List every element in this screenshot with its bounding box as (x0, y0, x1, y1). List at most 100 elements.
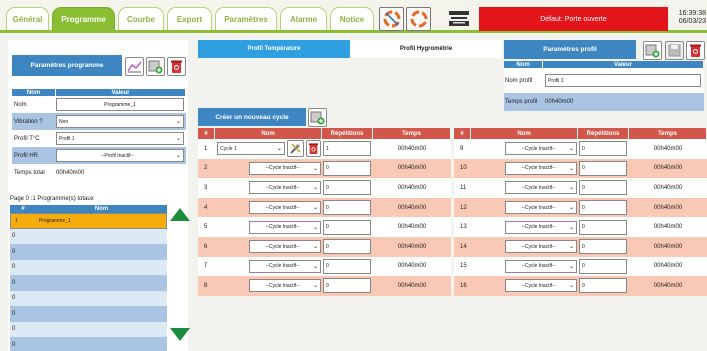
cycle-select[interactable]: --Cycle Inactif-- ⌄ (249, 279, 321, 293)
tab-programme[interactable]: Programme (52, 7, 115, 31)
repetitions-input[interactable]: 0 (579, 258, 627, 274)
cycle-select[interactable]: --Cycle Inactif-- ⌄ (505, 181, 577, 195)
select-value: Cycle 1 (220, 145, 237, 152)
chart-button[interactable] (125, 57, 144, 76)
col-time: Temps (373, 128, 451, 139)
cycle-select[interactable]: --Cycle Inactif-- ⌄ (249, 259, 321, 273)
program-num: 0 (12, 326, 16, 333)
param-label: Nom (14, 101, 27, 108)
chart-icon (127, 61, 142, 73)
cycle-cell: --Cycle Inactif-- ⌄ (471, 279, 578, 293)
add-program-button[interactable] (146, 57, 165, 76)
cycle-select[interactable]: --Cycle Inactif-- ⌄ (249, 220, 321, 234)
cycle-num: 7 (204, 263, 208, 270)
cycle-select[interactable]: --Cycle Inactif-- ⌄ (505, 220, 577, 234)
alarm-banner[interactable]: Défaut: Porte ouverte (479, 7, 668, 31)
save-profile-button[interactable] (665, 41, 684, 60)
repetitions-input[interactable]: 0 (323, 160, 371, 176)
profile-t-select[interactable]: Profil 1 ⌄ (56, 132, 184, 145)
delete-program-button[interactable] (167, 57, 186, 76)
repetitions-input[interactable]: 0 (323, 278, 371, 294)
profile-name-input[interactable]: Profil 1 (545, 74, 701, 87)
scroll-up-arrow-icon[interactable] (170, 208, 190, 221)
support-button[interactable] (406, 7, 431, 31)
scroll-down-arrow-icon[interactable] (170, 328, 190, 341)
cycle-cell: --Cycle Inactif-- ⌄ (471, 201, 578, 215)
program-row[interactable]: 0 (10, 259, 167, 275)
repetitions-cell: 0 (322, 160, 373, 176)
program-row[interactable]: 0 (10, 306, 167, 322)
program-row[interactable]: 0 (10, 290, 167, 306)
edit-cycle-button[interactable] (287, 140, 304, 158)
program-row[interactable]: 1 Programme_1 (10, 213, 167, 229)
cycle-row: 11 --Cycle Inactif-- ⌄ 0 00h40m00 (454, 178, 707, 198)
repetitions-cell: 0 (578, 258, 629, 274)
tab-general[interactable]: Général (6, 7, 49, 31)
cycle-select[interactable]: --Cycle Inactif-- ⌄ (505, 279, 577, 293)
chevron-down-icon: ⌄ (568, 224, 574, 231)
program-row[interactable]: 0 (10, 321, 167, 337)
chevron-down-icon: ⌄ (312, 263, 318, 270)
program-num: 0 (12, 295, 16, 302)
cycle-select[interactable]: --Cycle Inactif-- ⌄ (505, 259, 577, 273)
cycle-select[interactable]: --Cycle Inactif-- ⌄ (505, 240, 577, 254)
profile-name-row: Nom profil Profil 1 (504, 68, 704, 93)
profile-time-value: 00h40m00 (545, 99, 574, 105)
cycle-select[interactable]: --Cycle Inactif-- ⌄ (249, 201, 321, 215)
repetitions-input[interactable]: 0 (579, 141, 627, 157)
add-profile-button[interactable] (643, 41, 662, 60)
delete-cycle-button[interactable] (306, 140, 321, 158)
cycle-table-left: # Nom Répétitions Temps 1 Cycle 1 ⌄ 1 00h40m… (198, 128, 451, 296)
repetitions-input[interactable]: 0 (323, 239, 371, 255)
profile-hr-select[interactable]: --Profil Inactif-- ⌄ (56, 149, 184, 162)
param-label: Profil T°C (14, 135, 40, 142)
select-value: Profil 1 (59, 135, 75, 142)
cycle-select[interactable]: --Cycle Inactif-- ⌄ (249, 181, 321, 195)
cycle-select[interactable]: --Cycle Inactif-- ⌄ (505, 142, 577, 156)
cycle-row: 7 --Cycle Inactif-- ⌄ 0 00h40m00 (198, 256, 451, 277)
repetitions-input[interactable]: 0 (579, 180, 627, 196)
tab-courbe[interactable]: Courbe (118, 7, 164, 31)
cycle-time: 00h40m00 (653, 145, 683, 152)
tab-export[interactable]: Export (167, 7, 212, 31)
program-row[interactable]: 0 (10, 228, 167, 244)
add-cycle-button[interactable] (308, 108, 327, 127)
cycle-select[interactable]: Cycle 1 ⌄ (217, 142, 285, 156)
tab-profile-hygrometry[interactable]: Profil Hygrométrie (350, 40, 502, 58)
cycle-select[interactable]: --Cycle Inactif-- ⌄ (249, 240, 321, 254)
tab-parametres[interactable]: Paramètres (215, 7, 277, 31)
repetitions-input[interactable]: 0 (579, 278, 627, 294)
repetitions-input[interactable]: 0 (323, 200, 371, 216)
col-name: Nom (12, 89, 56, 96)
cycle-row: 14 --Cycle Inactif-- ⌄ 0 00h40m00 (454, 236, 707, 257)
tab-alarme[interactable]: Alarme (280, 7, 327, 31)
program-row[interactable]: 0 (10, 244, 167, 260)
cycle-cell: --Cycle Inactif-- ⌄ (471, 240, 578, 254)
tab-profile-temperature[interactable]: Profil Température (198, 40, 350, 58)
cycle-select[interactable]: --Cycle Inactif-- ⌄ (249, 161, 321, 175)
cycle-row: 3 --Cycle Inactif-- ⌄ 0 00h40m00 (198, 178, 451, 198)
printer-button[interactable] (445, 7, 473, 31)
cycle-select[interactable]: --Cycle Inactif-- ⌄ (505, 201, 577, 215)
repetitions-input[interactable]: 0 (579, 219, 627, 235)
profile-params-table: Nom Valeur Nom profil Profil 1 Temps pro… (504, 61, 704, 111)
repetitions-input[interactable]: 0 (323, 258, 371, 274)
program-num: 1 (15, 217, 18, 224)
repetitions-input[interactable]: 0 (323, 219, 371, 235)
repetitions-input[interactable]: 0 (579, 200, 627, 216)
tab-notice[interactable]: Notice (330, 7, 374, 31)
repetitions-input[interactable]: 0 (579, 160, 627, 176)
help-button[interactable] (379, 7, 404, 31)
program-row[interactable]: 0 (10, 337, 167, 351)
cycle-select[interactable]: --Cycle Inactif-- ⌄ (505, 161, 577, 175)
repetitions-cell: 0 (322, 180, 373, 196)
create-cycle-button[interactable]: Créer un nouveau cycle (198, 108, 306, 126)
repetitions-input[interactable]: 1 (323, 141, 371, 157)
repetitions-input[interactable]: 0 (323, 180, 371, 196)
program-row[interactable]: 0 (10, 275, 167, 291)
program-name-input[interactable]: Programme_1 (56, 98, 184, 111)
repetitions-input[interactable]: 0 (579, 239, 627, 255)
vibration-select[interactable]: Non ⌄ (56, 115, 184, 128)
delete-profile-button[interactable] (686, 41, 705, 60)
cycle-num: 5 (204, 224, 208, 231)
